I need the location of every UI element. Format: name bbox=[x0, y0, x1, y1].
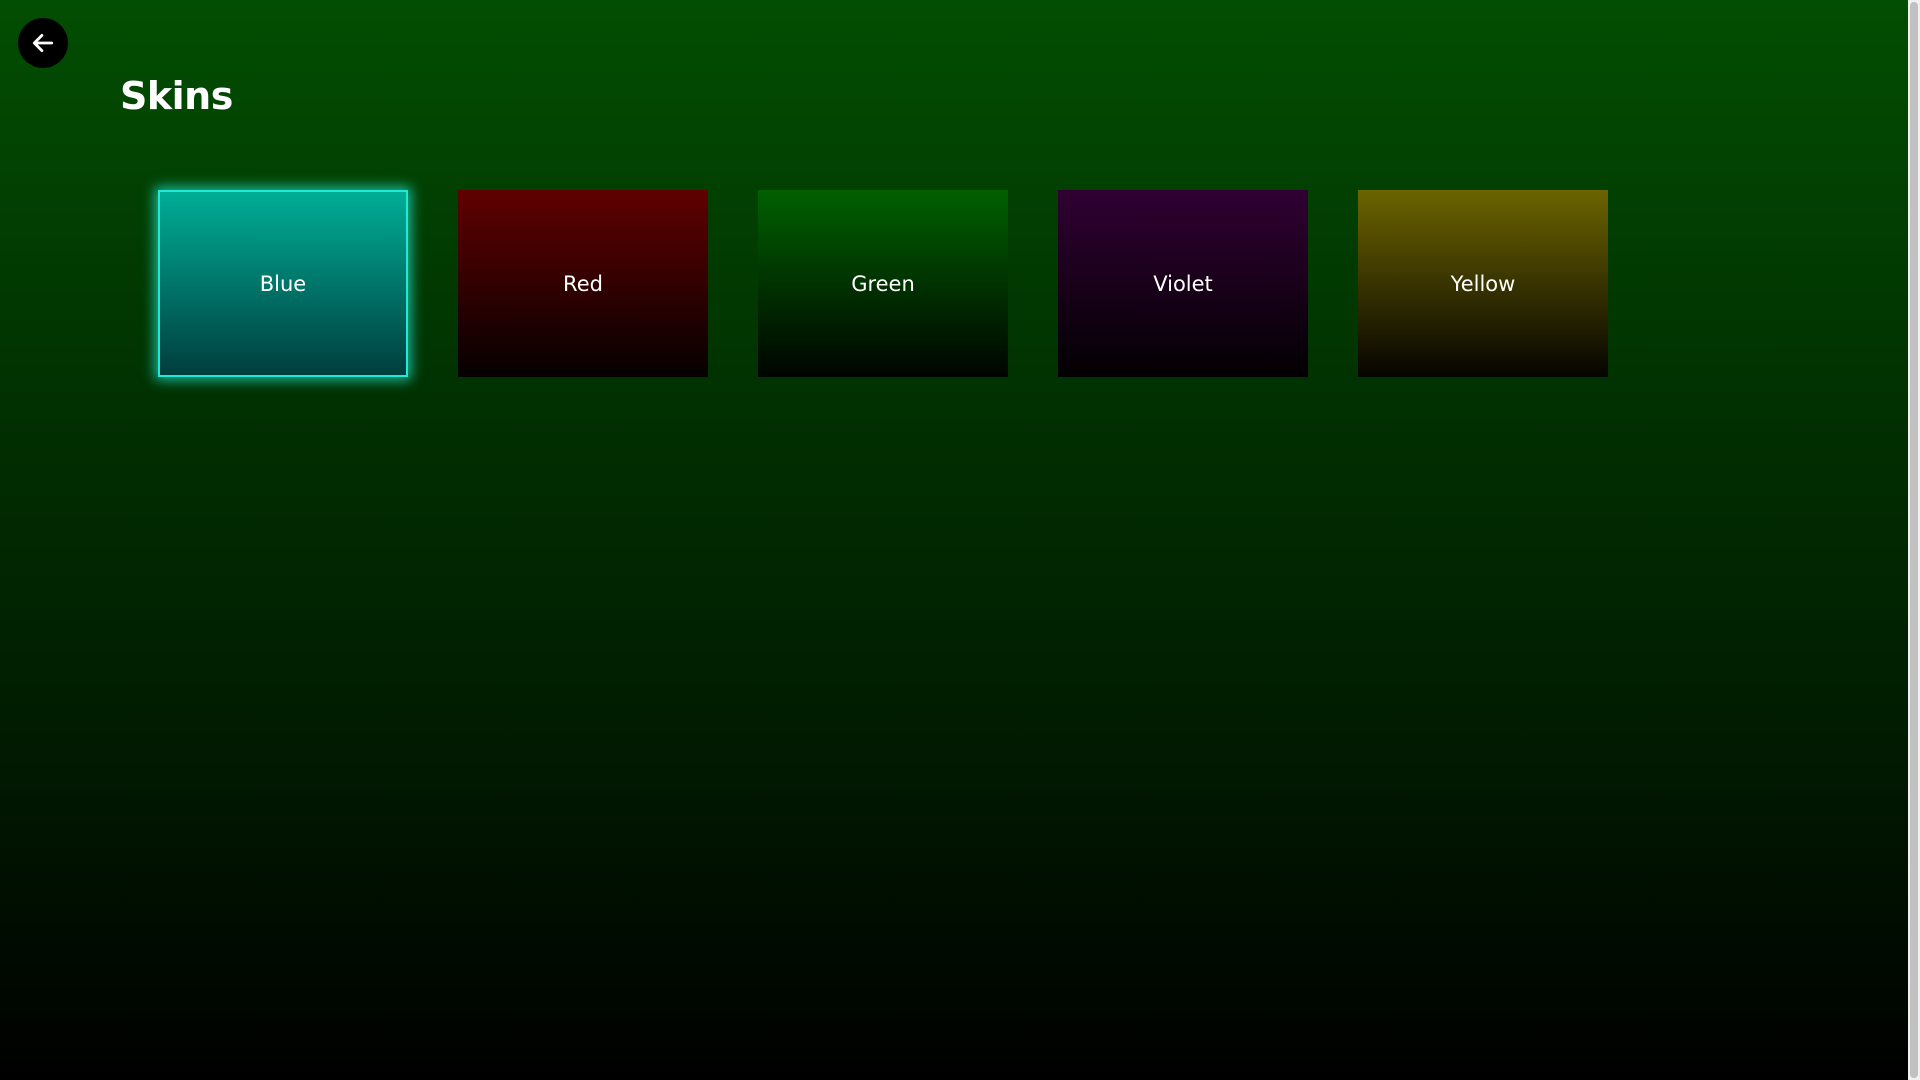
skin-label: Red bbox=[563, 271, 603, 296]
skins-screen: Skins Blue Red Green Violet Yellow bbox=[0, 0, 1908, 1080]
scrollbar-thumb[interactable] bbox=[1910, 2, 1918, 1078]
skin-card-blue[interactable]: Blue bbox=[158, 190, 408, 377]
skin-card-red[interactable]: Red bbox=[458, 190, 708, 377]
skin-label: Blue bbox=[259, 271, 307, 296]
arrow-left-icon bbox=[32, 34, 54, 52]
skin-label: Violet bbox=[1153, 271, 1213, 296]
skin-label: Yellow bbox=[1450, 271, 1516, 296]
back-button[interactable] bbox=[18, 18, 68, 68]
skin-card-green[interactable]: Green bbox=[758, 190, 1008, 377]
skin-label: Green bbox=[851, 271, 915, 296]
page-title: Skins bbox=[120, 74, 233, 118]
skin-card-yellow[interactable]: Yellow bbox=[1358, 190, 1608, 377]
scrollbar[interactable] bbox=[1908, 0, 1920, 1080]
skins-grid: Blue Red Green Violet Yellow bbox=[158, 190, 1608, 377]
skin-card-violet[interactable]: Violet bbox=[1058, 190, 1308, 377]
